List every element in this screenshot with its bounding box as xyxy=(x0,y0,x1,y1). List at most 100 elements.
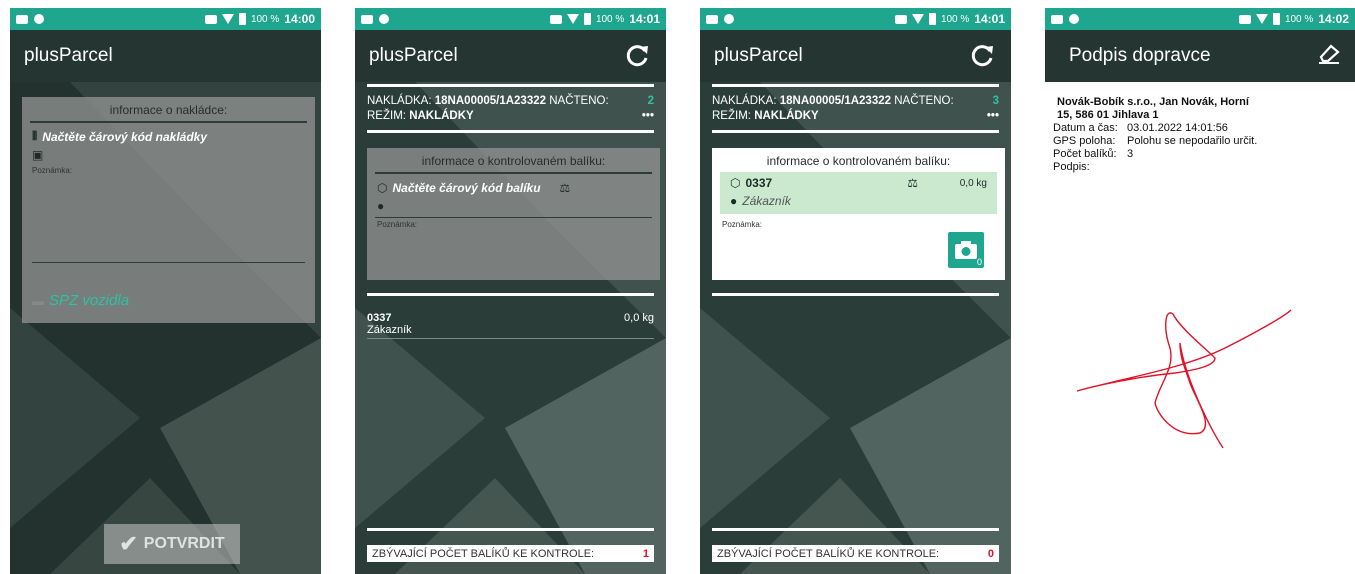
app-bar: plusParcel xyxy=(700,30,1011,82)
divider xyxy=(367,293,654,296)
package-info-panel: informace o kontrolovaném balíku: ⬡ Načt… xyxy=(367,148,660,280)
loading-summary: NAKLÁDKA: 18NA00005/1A23322 NAČTENO: 3 RE… xyxy=(712,93,999,123)
calendar-icon: ▣ xyxy=(32,148,44,162)
mode-value: NAKLÁDKY xyxy=(754,109,819,122)
note-label: Poznámka: xyxy=(377,220,418,229)
carrier-name: Novák-Bobík s.r.o., Jan Novák, Horní xyxy=(1057,96,1249,108)
app-bar: Podpis dopravce xyxy=(1045,30,1355,82)
refresh-icon[interactable] xyxy=(967,41,997,71)
loading-info-panel: informace o nakládce: ⦀ Načtěte čárový k… xyxy=(22,97,315,323)
vehicle-placeholder: SPZ vozidla xyxy=(49,292,130,309)
package-code: 0337 xyxy=(745,176,773,190)
check-icon: ✔ xyxy=(119,531,138,556)
vibrate-icon xyxy=(1238,14,1251,24)
status-bar: 100 % 14:00 xyxy=(10,8,321,30)
photo-count: 0 xyxy=(976,257,982,267)
status-bar: 100 % 14:01 xyxy=(700,8,1011,30)
scan-prompt: Načtěte čárový kód nakládky xyxy=(42,129,208,144)
camera-button[interactable]: 0 xyxy=(948,232,984,268)
battery-percent: 100 % xyxy=(940,13,970,25)
battery-icon xyxy=(1272,13,1280,25)
clock: 14:00 xyxy=(284,12,315,26)
clock: 14:01 xyxy=(974,12,1005,26)
mode-label: REŽIM: xyxy=(712,109,751,122)
confirm-label: POTVRDIT xyxy=(143,535,225,552)
android-icon xyxy=(1069,14,1079,24)
package-icon: ⬡ xyxy=(377,181,388,195)
vibrate-icon xyxy=(204,14,217,24)
date-label: Datum a čas: xyxy=(1053,122,1118,134)
customer-row: ● xyxy=(367,197,660,215)
package-info-panel: informace o kontrolovaném balíku: ⬡ 0337… xyxy=(712,148,1005,280)
package-card[interactable]: ⬡ 0337 ⚖ 0,0 kg ● Zákazník xyxy=(720,172,997,214)
app-title: plusParcel xyxy=(24,45,113,66)
barcode-icon: ⦀ xyxy=(32,129,38,143)
remaining-counter: ZBÝVAJÍCÍ POČET BALÍKŮ KE KONTROLE: 1 xyxy=(367,545,654,562)
phone-screen-package-detail: 100 % 14:01 plusParcel NAKLÁDKA: 18NA0000… xyxy=(700,8,1011,574)
wifi-icon xyxy=(1255,14,1268,24)
more-menu[interactable]: ••• xyxy=(987,110,999,122)
clock: 14:02 xyxy=(1318,12,1349,26)
vehicle-input[interactable]: ▬ SPZ vozidla xyxy=(22,290,139,311)
gps-value: Polohu se nepodařilo určit. xyxy=(1127,135,1258,147)
package-code: 0337 xyxy=(367,312,392,324)
panel-heading: informace o kontrolovaném balíku: xyxy=(375,148,652,174)
phone-screen-signature: 100 % 14:02 Podpis dopravce Novák-Bobík s… xyxy=(1045,8,1355,574)
carrier-address: 15, 586 01 Jihlava 1 xyxy=(1057,109,1159,121)
gps-label: GPS poloha: xyxy=(1053,135,1116,147)
wifi-icon xyxy=(911,14,924,24)
note-label: Poznámka: xyxy=(722,220,763,229)
divider xyxy=(712,293,999,296)
android-icon xyxy=(724,14,734,24)
date-value: 03.01.2022 14:01:56 xyxy=(1127,122,1228,134)
signature-label: Podpis: xyxy=(1053,161,1090,173)
app-title: plusParcel xyxy=(714,45,803,66)
battery-icon xyxy=(238,13,246,25)
divider xyxy=(712,528,999,531)
page-title: Podpis dopravce xyxy=(1069,45,1211,66)
remaining-count: 0 xyxy=(987,547,994,560)
panel-heading: informace o kontrolovaném balíku: xyxy=(766,154,951,168)
phone-screen-package-check: 100 % 14:01 plusParcel NAKLÁDKA: 18NA0000… xyxy=(355,8,666,574)
battery-icon xyxy=(928,13,936,25)
weight-icon: ⚖ xyxy=(907,176,918,190)
loaded-count: 3 xyxy=(992,94,999,107)
loading-code: 18NA00005/1A23322 xyxy=(779,94,892,107)
scan-row[interactable]: ⦀ Načtěte čárový kód nakládky xyxy=(22,127,315,146)
package-weight: 0,0 kg xyxy=(959,177,987,189)
scan-prompt: Načtěte čárový kód balíku xyxy=(392,181,541,195)
person-icon: ● xyxy=(377,199,385,213)
status-bar: 100 % 14:02 xyxy=(1045,8,1355,30)
divider xyxy=(367,528,654,531)
list-item[interactable]: 0337 0,0 kg Zákazník xyxy=(367,312,654,339)
scan-row[interactable]: ⬡ Načtěte čárový kód balíku ⚖ xyxy=(367,179,660,197)
customer-row: ● Zákazník xyxy=(720,192,997,210)
truck-icon: ▬ xyxy=(32,293,44,308)
signature-canvas[interactable] xyxy=(1045,288,1355,468)
package-icon: ⬡ xyxy=(730,176,741,190)
android-icon xyxy=(34,14,44,24)
package-customer: Zákazník xyxy=(367,324,412,336)
date-row: ▣ xyxy=(22,146,315,164)
battery-percent: 100 % xyxy=(1284,13,1314,25)
panel-heading: informace o nakládce: xyxy=(30,97,307,123)
person-icon: ● xyxy=(730,194,738,208)
weight-icon: ⚖ xyxy=(559,181,571,195)
loaded-label: NAČTENO: xyxy=(894,94,954,107)
confirm-button[interactable]: ✔ POTVRDIT xyxy=(104,524,240,564)
message-icon xyxy=(706,14,718,24)
package-row: ⬡ 0337 ⚖ 0,0 kg xyxy=(720,172,997,192)
package-weight: 0,0 kg xyxy=(624,312,654,324)
count-label: Počet balíků: xyxy=(1053,148,1117,160)
app-bar: plusParcel xyxy=(10,30,321,82)
divider xyxy=(32,262,305,263)
overlay xyxy=(355,8,666,574)
message-icon xyxy=(16,14,28,24)
note-label: Poznámka: xyxy=(32,166,73,175)
remaining-counter: ZBÝVAJÍCÍ POČET BALÍKŮ KE KONTROLE: 0 xyxy=(712,545,999,562)
battery-percent: 100 % xyxy=(250,13,280,25)
loading-label: NAKLÁDKA: xyxy=(712,94,777,107)
divider xyxy=(712,130,999,133)
eraser-icon[interactable] xyxy=(1317,43,1341,70)
phone-screen-loading: 100 % 14:00 plusParcel informace o naklád… xyxy=(10,8,321,574)
